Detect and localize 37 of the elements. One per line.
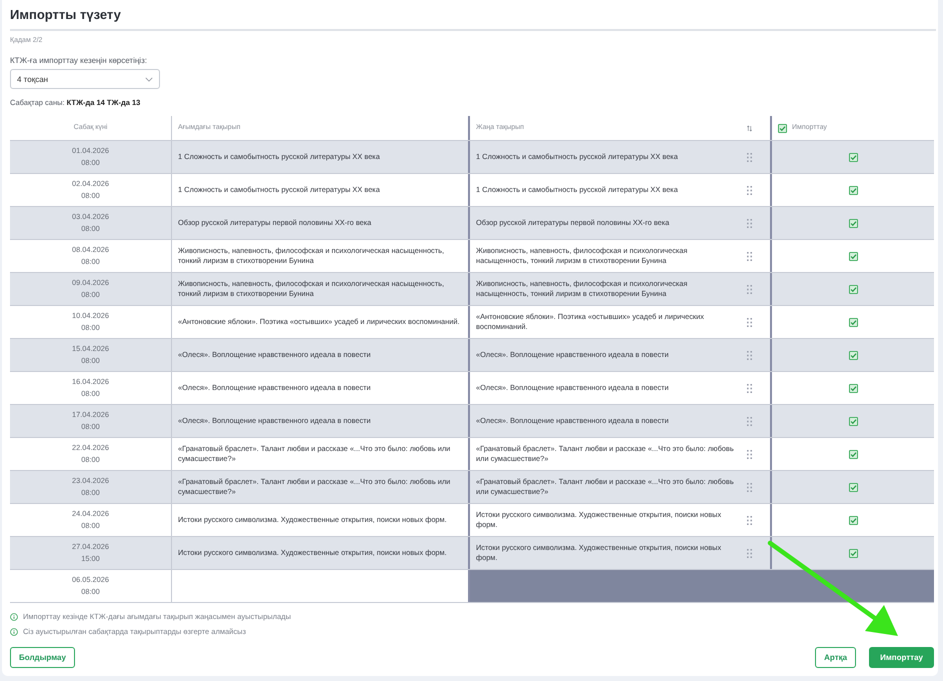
drag-handle-icon[interactable] — [747, 186, 752, 194]
import-checkbox[interactable] — [848, 384, 858, 392]
drag-handle-icon[interactable] — [747, 548, 752, 558]
drag-handle-icon[interactable] — [747, 450, 752, 458]
import-checkbox[interactable] — [848, 450, 858, 458]
import-button[interactable]: Импорттау — [869, 647, 934, 668]
import-checkbox[interactable] — [848, 482, 858, 492]
chevron-down-icon — [145, 76, 153, 82]
drag-handle-icon[interactable] — [747, 416, 752, 426]
import-checkbox[interactable] — [848, 516, 858, 524]
select-all-checkbox[interactable] — [778, 124, 787, 132]
import-checkbox[interactable] — [848, 186, 858, 194]
info-icon — [10, 612, 18, 620]
back-button[interactable]: Артқа — [815, 647, 856, 668]
import-checkbox[interactable] — [848, 350, 858, 360]
cancel-button[interactable]: Болдырмау — [10, 647, 75, 668]
import-checkbox[interactable] — [848, 252, 858, 260]
period-select[interactable]: 4 тоқсан — [10, 69, 160, 89]
drag-handle-icon[interactable] — [747, 252, 752, 260]
drag-handle-icon[interactable] — [747, 516, 752, 524]
drag-handle-icon[interactable] — [747, 482, 752, 492]
drag-handle-icon[interactable] — [747, 152, 752, 162]
drag-handle-icon[interactable] — [747, 218, 752, 228]
import-checkbox[interactable] — [848, 548, 858, 558]
drag-handle-icon[interactable] — [747, 284, 752, 294]
drag-handle-icon[interactable] — [747, 384, 752, 392]
import-checkbox[interactable] — [848, 318, 858, 326]
info-icon — [10, 628, 18, 636]
import-checkbox[interactable] — [848, 218, 858, 228]
sort-icon[interactable] — [747, 124, 752, 132]
import-checkbox[interactable] — [848, 284, 858, 294]
import-checkbox[interactable] — [848, 416, 858, 426]
drag-handle-icon[interactable] — [747, 350, 752, 360]
import-checkbox[interactable] — [848, 152, 858, 162]
period-label: КТЖ-ға импорттау кезеңін көрсетіңіз: — [10, 55, 147, 66]
dialog-title: Импортты түзету — [10, 6, 121, 24]
drag-handle-icon[interactable] — [747, 318, 752, 326]
